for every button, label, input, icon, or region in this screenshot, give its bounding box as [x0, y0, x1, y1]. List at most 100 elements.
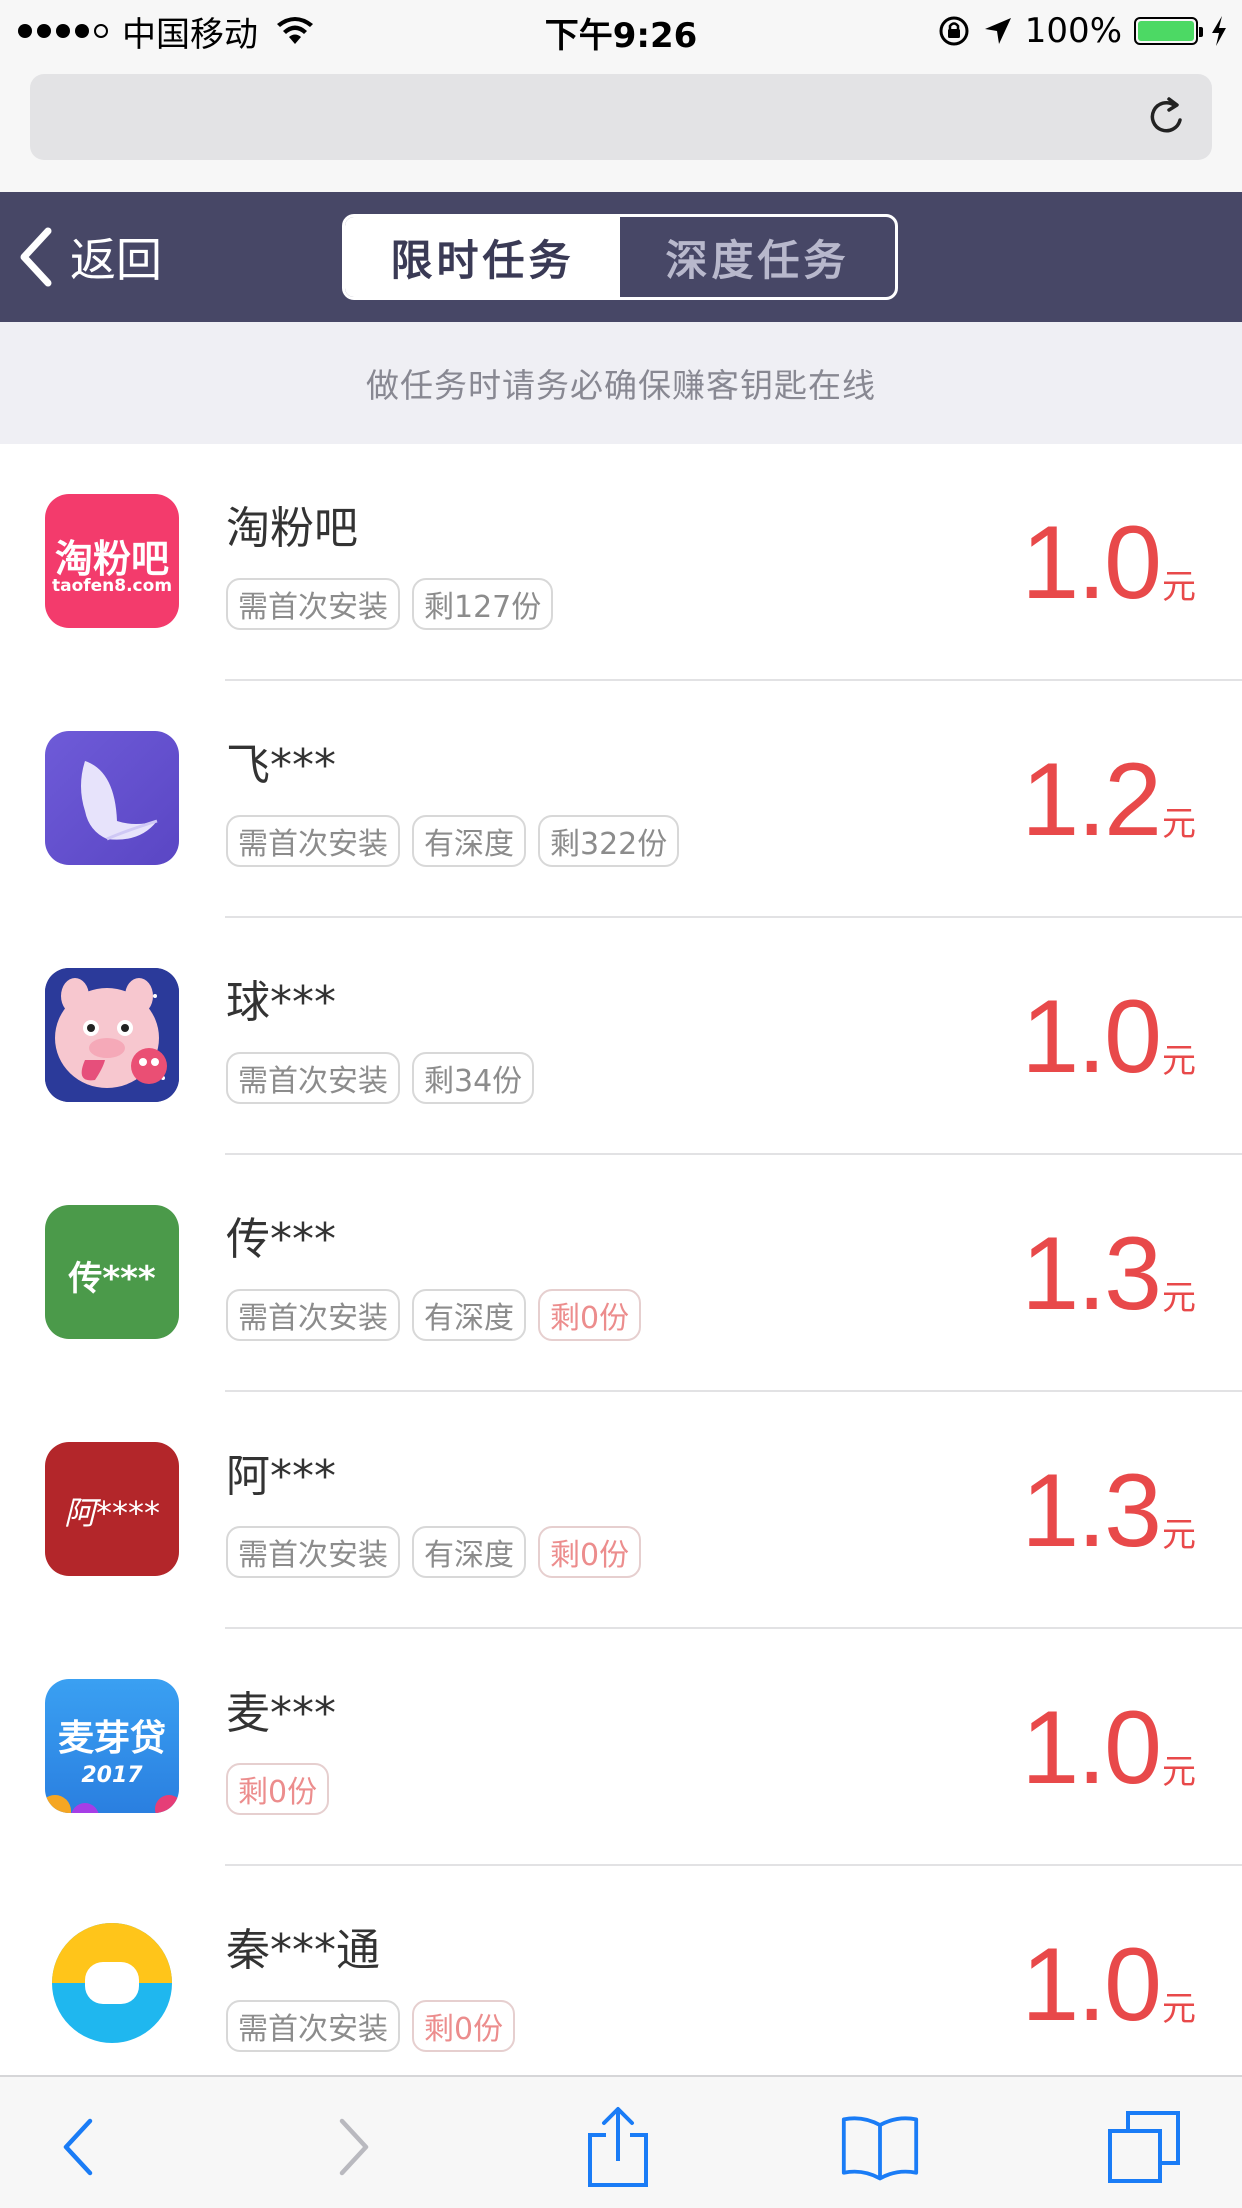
browser-forward-button[interactable] — [314, 2107, 394, 2187]
tag-first-install: 需首次安装 — [226, 578, 400, 630]
task-row[interactable]: 淘粉吧 taofen8.com 淘粉吧 需首次安装 剩127份 1.0 元 — [0, 444, 1242, 681]
maiyadai-app-icon: 麦芽贷 2017 — [45, 1679, 179, 1813]
browser-bar — [0, 62, 1242, 192]
tag-remaining-zero: 剩0份 — [538, 1289, 642, 1341]
reward-unit: 元 — [1162, 1515, 1196, 1555]
icon-label: 淘粉吧 — [54, 537, 169, 581]
qin-app-icon — [45, 1916, 179, 2050]
rotation-lock-icon — [939, 16, 969, 46]
a-app-icon: 阿**** — [45, 1442, 179, 1576]
reward-amount: 1.3 — [1021, 1216, 1162, 1332]
location-arrow-icon — [984, 18, 1011, 44]
task-row[interactable]: 秦***通 需首次安装 剩0份 1.0 元 — [0, 1866, 1242, 2103]
task-name: 淘粉吧 — [226, 503, 358, 554]
task-reward: 1.0 元 — [1021, 1926, 1196, 2045]
task-row[interactable]: 球*** 需首次安装 剩34份 1.0 元 — [0, 918, 1242, 1155]
icon-sublabel: taofen8.com — [51, 576, 173, 596]
notice-banner: 做任务时请务必确保赚客钥匙在线 — [0, 322, 1242, 444]
bookmarks-button[interactable] — [840, 2107, 920, 2187]
tabs-icon — [1108, 2111, 1180, 2183]
tag-remaining: 剩34份 — [412, 1052, 535, 1104]
status-bar: 中国移动 下午9:26 100% — [0, 0, 1242, 62]
task-list: 淘粉吧 taofen8.com 淘粉吧 需首次安装 剩127份 1.0 元 飞*… — [0, 444, 1242, 2103]
task-type-segmented-control: 限时任务 深度任务 — [342, 214, 898, 300]
cartoon-pig-icon — [45, 968, 179, 1102]
tag-remaining-zero: 剩0份 — [412, 2000, 516, 2052]
battery-icon — [1134, 17, 1203, 45]
task-reward: 1.3 元 — [1021, 1215, 1196, 1334]
back-label: 返回 — [70, 233, 162, 287]
tab-deep-tasks[interactable]: 深度任务 — [620, 217, 895, 297]
address-bar[interactable] — [30, 74, 1212, 160]
bird-app-icon — [45, 731, 179, 865]
task-tags: 需首次安装 有深度 剩0份 — [226, 1289, 642, 1341]
tag-first-install: 需首次安装 — [226, 1526, 400, 1578]
tag-deep: 有深度 — [412, 1289, 526, 1341]
bookmarks-book-icon — [841, 2116, 919, 2181]
tabs-button[interactable] — [1104, 2107, 1184, 2187]
ball-game-app-icon — [45, 968, 179, 1102]
tag-remaining-zero: 剩0份 — [538, 1526, 642, 1578]
reward-unit: 元 — [1162, 1752, 1196, 1792]
task-name: 球*** — [226, 977, 336, 1028]
reward-amount: 1.0 — [1021, 979, 1162, 1095]
task-name: 传*** — [226, 1214, 336, 1265]
task-name: 麦*** — [226, 1688, 336, 1739]
task-reward: 1.3 元 — [1021, 1452, 1196, 1571]
forward-arrow-icon — [339, 2118, 369, 2176]
tag-remaining-zero: 剩0份 — [226, 1763, 330, 1815]
reload-icon[interactable] — [1144, 94, 1190, 140]
tab-limited-time-tasks[interactable]: 限时任务 — [345, 217, 620, 297]
back-button[interactable]: 返回 — [18, 222, 162, 292]
reward-unit: 元 — [1162, 1989, 1196, 2029]
reward-amount: 1.0 — [1021, 1927, 1162, 2043]
task-tags: 需首次安装 剩34份 — [226, 1052, 535, 1104]
task-tags: 需首次安装 有深度 剩0份 — [226, 1526, 642, 1578]
colorful-waves-decoration — [45, 1795, 179, 1813]
task-row[interactable]: 麦芽贷 2017 麦*** 剩0份 1.0 元 — [0, 1629, 1242, 1866]
reward-unit: 元 — [1162, 1278, 1196, 1318]
battery-percent: 100% — [1024, 11, 1122, 51]
chevron-left-icon — [20, 227, 52, 287]
tag-first-install: 需首次安装 — [226, 1289, 400, 1341]
browser-toolbar — [0, 2075, 1242, 2208]
browser-back-button[interactable] — [38, 2107, 118, 2187]
task-name: 秦***通 — [226, 1925, 380, 1976]
back-arrow-icon — [63, 2118, 93, 2176]
tag-first-install: 需首次安装 — [226, 1052, 400, 1104]
task-row[interactable]: 飞*** 需首次安装 有深度 剩322份 1.2 元 — [0, 681, 1242, 918]
icon-label: 阿**** — [63, 1494, 160, 1532]
bird-icon — [81, 761, 158, 841]
reward-unit: 元 — [1162, 804, 1196, 844]
share-icon — [588, 2107, 648, 2187]
tag-first-install: 需首次安装 — [226, 815, 400, 867]
task-tags: 需首次安装 剩0份 — [226, 2000, 516, 2052]
tag-remaining: 剩127份 — [412, 578, 554, 630]
task-name: 阿*** — [226, 1451, 336, 1502]
reward-amount: 1.0 — [1021, 1690, 1162, 1806]
task-tags: 剩0份 — [226, 1763, 330, 1815]
task-tags: 需首次安装 有深度 剩322份 — [226, 815, 680, 867]
icon-label: 麦芽贷 — [57, 1718, 166, 1759]
task-row[interactable]: 传*** 传*** 需首次安装 有深度 剩0份 1.3 元 — [0, 1155, 1242, 1392]
taofen8-app-icon: 淘粉吧 taofen8.com — [45, 494, 179, 628]
task-row[interactable]: 阿**** 阿*** 需首次安装 有深度 剩0份 1.3 元 — [0, 1392, 1242, 1629]
task-reward: 1.0 元 — [1021, 1689, 1196, 1808]
task-name: 飞*** — [226, 740, 336, 791]
charging-bolt-icon — [1212, 16, 1226, 46]
ring-logo-icon — [52, 1923, 172, 2043]
task-reward: 1.0 元 — [1021, 978, 1196, 1097]
tag-first-install: 需首次安装 — [226, 2000, 400, 2052]
share-button[interactable] — [578, 2107, 658, 2187]
app-header: 返回 限时任务 深度任务 — [0, 192, 1242, 322]
task-reward: 1.0 元 — [1021, 504, 1196, 623]
task-reward: 1.2 元 — [1021, 741, 1196, 860]
reward-unit: 元 — [1162, 567, 1196, 607]
notice-text: 做任务时请务必确保赚客钥匙在线 — [366, 366, 876, 405]
battery-fill — [1138, 21, 1194, 41]
icon-label: 传*** — [68, 1259, 156, 1299]
tag-remaining: 剩322份 — [538, 815, 680, 867]
task-tags: 需首次安装 剩127份 — [226, 578, 554, 630]
tag-deep: 有深度 — [412, 815, 526, 867]
reward-amount: 1.0 — [1021, 505, 1162, 621]
